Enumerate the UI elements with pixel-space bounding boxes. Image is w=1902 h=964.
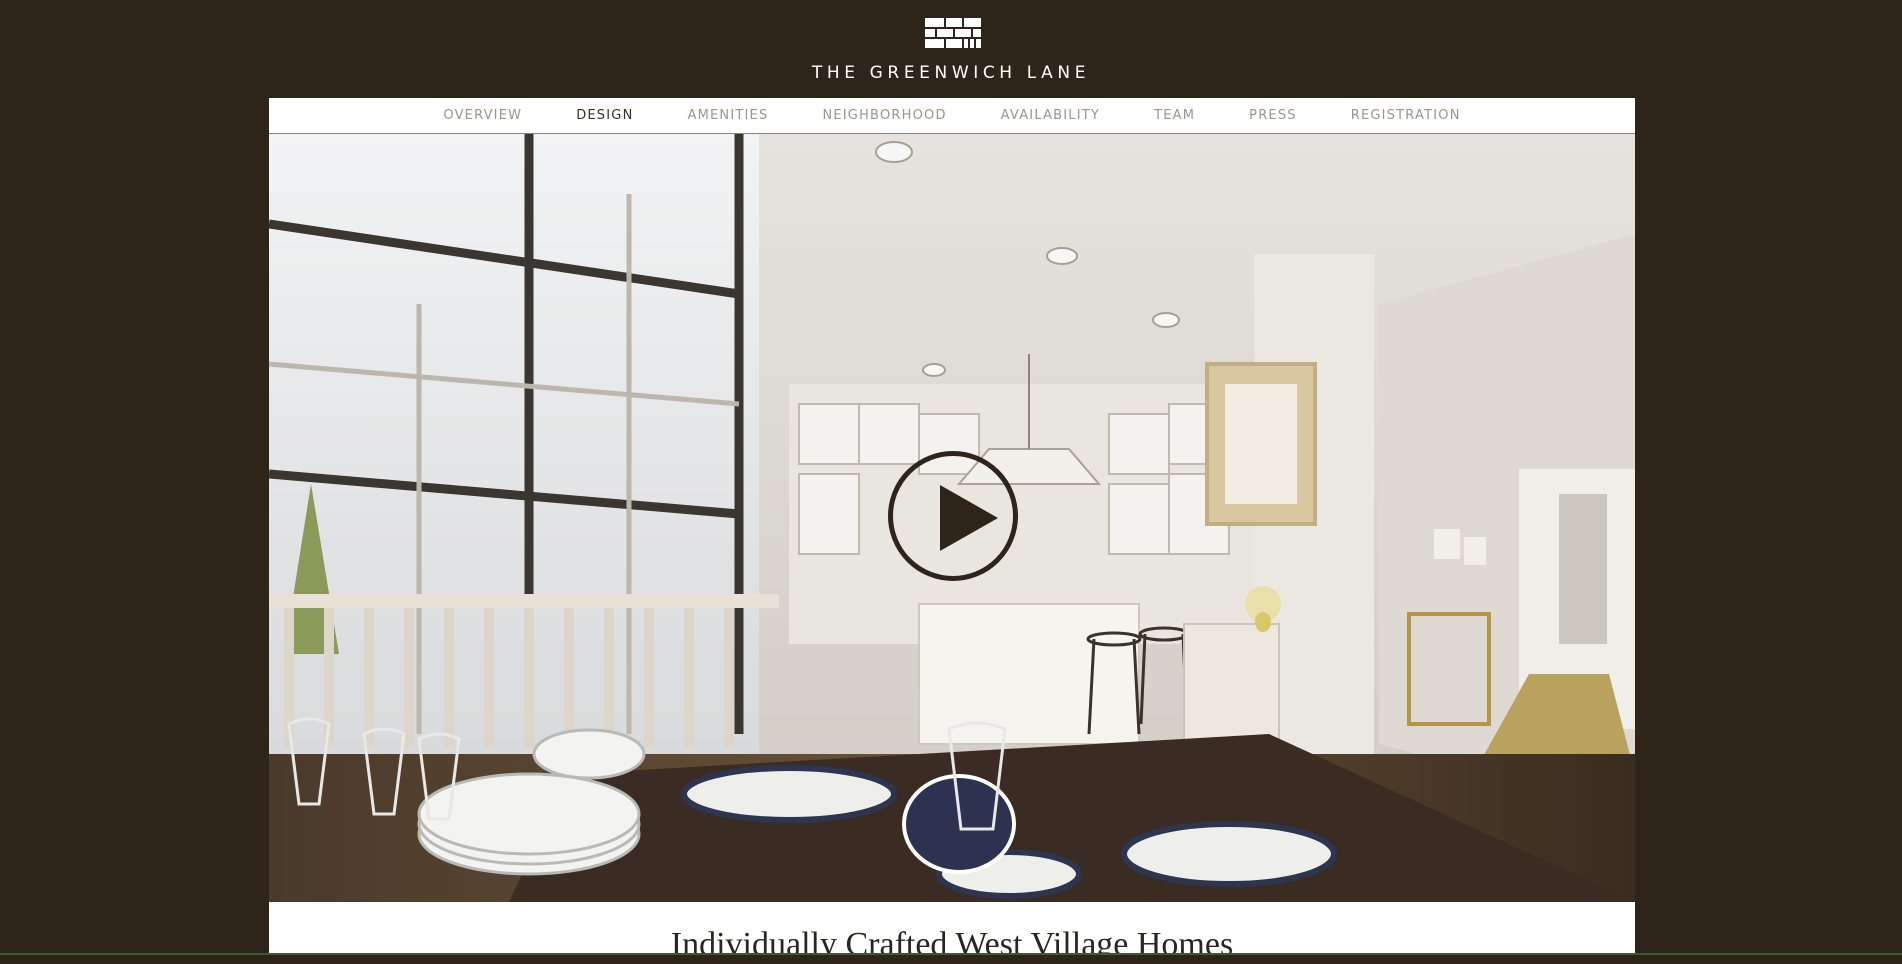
nav-item-availability[interactable]: AVAILABILITY [1001, 108, 1100, 123]
nav-item-design[interactable]: DESIGN [576, 108, 633, 123]
section-headline: Individually Crafted West Village Homes [670, 926, 1234, 963]
brand-name[interactable]: THE GREENWICH LANE [0, 63, 1902, 83]
nav-item-amenities[interactable]: AMENITIES [688, 108, 769, 123]
play-icon [940, 485, 998, 551]
content-panel: OVERVIEW DESIGN AMENITIES NEIGHBORHOOD A… [269, 98, 1635, 963]
nav-item-team[interactable]: TEAM [1154, 108, 1195, 123]
nav-item-neighborhood[interactable]: NEIGHBORHOOD [822, 108, 946, 123]
hero-video[interactable] [269, 134, 1635, 902]
brick-logo-icon[interactable] [925, 18, 981, 48]
nav-item-registration[interactable]: REGISTRATION [1351, 108, 1461, 123]
nav-item-overview[interactable]: OVERVIEW [443, 108, 522, 123]
site-header: THE GREENWICH LANE [0, 0, 1902, 98]
main-nav: OVERVIEW DESIGN AMENITIES NEIGHBORHOOD A… [269, 98, 1635, 134]
play-video-button[interactable] [888, 451, 1018, 581]
nav-item-press[interactable]: PRESS [1249, 108, 1297, 123]
